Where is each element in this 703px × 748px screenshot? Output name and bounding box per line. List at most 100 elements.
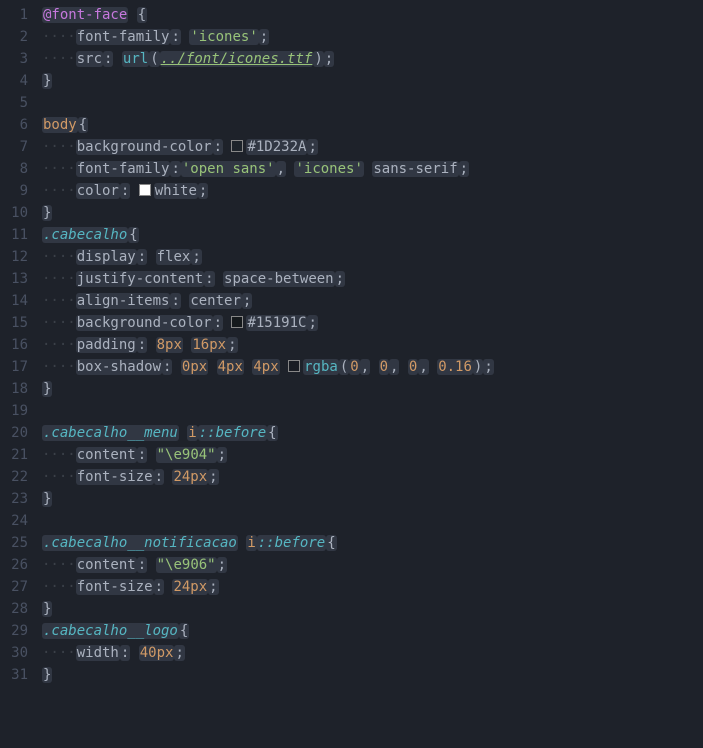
code-line[interactable]: } [42, 598, 703, 620]
line-number: 19 [0, 400, 28, 422]
line-number: 18 [0, 378, 28, 400]
token-num: 40px [139, 645, 175, 661]
code-editor[interactable]: 1234567891011121314151617181920212223242… [0, 0, 703, 748]
code-line[interactable]: ····background-color: #1D232A; [42, 136, 703, 158]
code-line[interactable]: ····font-size: 24px; [42, 576, 703, 598]
line-number: 16 [0, 334, 28, 356]
code-line[interactable]: ····color: white; [42, 180, 703, 202]
token-ws [223, 315, 231, 331]
token-class: .cabecalho__logo [42, 623, 179, 639]
token-ws: ···· [42, 557, 76, 573]
token-punct: ; [191, 249, 201, 265]
token-ws: ···· [42, 161, 76, 177]
token-ws: ···· [42, 337, 76, 353]
token-kw: @font-face [42, 7, 128, 23]
line-number: 22 [0, 466, 28, 488]
token-ws [128, 7, 136, 23]
token-prop: color [76, 183, 120, 199]
line-number: 6 [0, 114, 28, 136]
code-line[interactable]: .cabecalho{ [42, 224, 703, 246]
code-line[interactable]: ····font-size: 24px; [42, 466, 703, 488]
code-line[interactable]: ····background-color: #15191C; [42, 312, 703, 334]
token-punct: , [389, 359, 399, 375]
token-brace: } [42, 381, 52, 397]
token-ws: ···· [42, 139, 76, 155]
token-prop: font-size [76, 579, 154, 595]
token-ws: ···· [42, 645, 76, 661]
token-prop: width [76, 645, 120, 661]
code-line[interactable]: ····font-family: 'icones'; [42, 26, 703, 48]
token-str: 'icones' [294, 161, 363, 177]
token-prop: display [76, 249, 137, 265]
token-ws [370, 359, 378, 375]
code-line[interactable]: ····display: flex; [42, 246, 703, 268]
line-number: 30 [0, 642, 28, 664]
code-line[interactable]: .cabecalho__logo{ [42, 620, 703, 642]
token-val: space-between [223, 271, 335, 287]
line-number: 13 [0, 268, 28, 290]
token-punct: , [418, 359, 428, 375]
token-class: .cabecalho__notificacao [42, 535, 238, 551]
token-prop: content [76, 447, 137, 463]
line-number: 14 [0, 290, 28, 312]
token-ws [113, 51, 121, 67]
line-number: 7 [0, 136, 28, 158]
token-punct: : [204, 271, 214, 287]
token-prop: font-family [76, 29, 171, 45]
line-number: 27 [0, 576, 28, 598]
token-punct: , [360, 359, 370, 375]
code-line[interactable]: } [42, 488, 703, 510]
token-punct: : [162, 359, 172, 375]
token-brace: } [42, 491, 52, 507]
token-val: center [189, 293, 242, 309]
token-ws [215, 271, 223, 287]
code-line[interactable]: ····content: "\e904"; [42, 444, 703, 466]
code-line[interactable]: .cabecalho__menu i::before{ [42, 422, 703, 444]
code-line[interactable]: ····content: "\e906"; [42, 554, 703, 576]
code-line[interactable]: ····padding: 8px 16px; [42, 334, 703, 356]
line-number: 8 [0, 158, 28, 180]
line-number: 5 [0, 92, 28, 114]
token-brace: { [137, 7, 147, 23]
code-line[interactable]: } [42, 202, 703, 224]
line-number: 1 [0, 4, 28, 26]
line-number: 25 [0, 532, 28, 554]
token-ws: ···· [42, 249, 76, 265]
code-area[interactable]: @font-face {····font-family: 'icones';··… [42, 0, 703, 748]
token-punct: ; [217, 447, 227, 463]
line-number: 12 [0, 246, 28, 268]
token-ws [147, 249, 155, 265]
token-ws: ···· [42, 183, 76, 199]
code-line[interactable]: ····width: 40px; [42, 642, 703, 664]
code-line[interactable]: ····font-family:'open sans', 'icones' sa… [42, 158, 703, 180]
code-line[interactable] [42, 92, 703, 114]
code-line[interactable]: } [42, 70, 703, 92]
token-prop: font-size [76, 469, 154, 485]
code-line[interactable]: ····justify-content: space-between; [42, 268, 703, 290]
token-brace: } [42, 601, 52, 617]
token-punct: ) [473, 359, 483, 375]
code-line[interactable]: ····src: url(../font/icones.ttf); [42, 48, 703, 70]
token-ws [429, 359, 437, 375]
code-line[interactable]: body{ [42, 114, 703, 136]
code-line[interactable]: } [42, 378, 703, 400]
token-punct: ; [242, 293, 252, 309]
token-ws: ···· [42, 271, 76, 287]
token-brace: } [42, 205, 52, 221]
code-line[interactable] [42, 510, 703, 532]
token-brace: { [326, 535, 336, 551]
token-brace: { [267, 425, 277, 441]
token-brace: { [78, 117, 88, 133]
line-number-gutter: 1234567891011121314151617181920212223242… [0, 0, 42, 748]
token-ws [172, 359, 180, 375]
token-punct: ; [259, 29, 269, 45]
token-num: 24px [172, 469, 208, 485]
code-line[interactable]: } [42, 664, 703, 686]
code-line[interactable] [42, 400, 703, 422]
code-line[interactable]: ····align-items: center; [42, 290, 703, 312]
code-line[interactable]: ····box-shadow: 0px 4px 4px rgba(0, 0, 0… [42, 356, 703, 378]
token-punct: : [213, 139, 223, 155]
token-prop: src [76, 51, 103, 67]
code-line[interactable]: @font-face { [42, 4, 703, 26]
code-line[interactable]: .cabecalho__notificacao i::before{ [42, 532, 703, 554]
